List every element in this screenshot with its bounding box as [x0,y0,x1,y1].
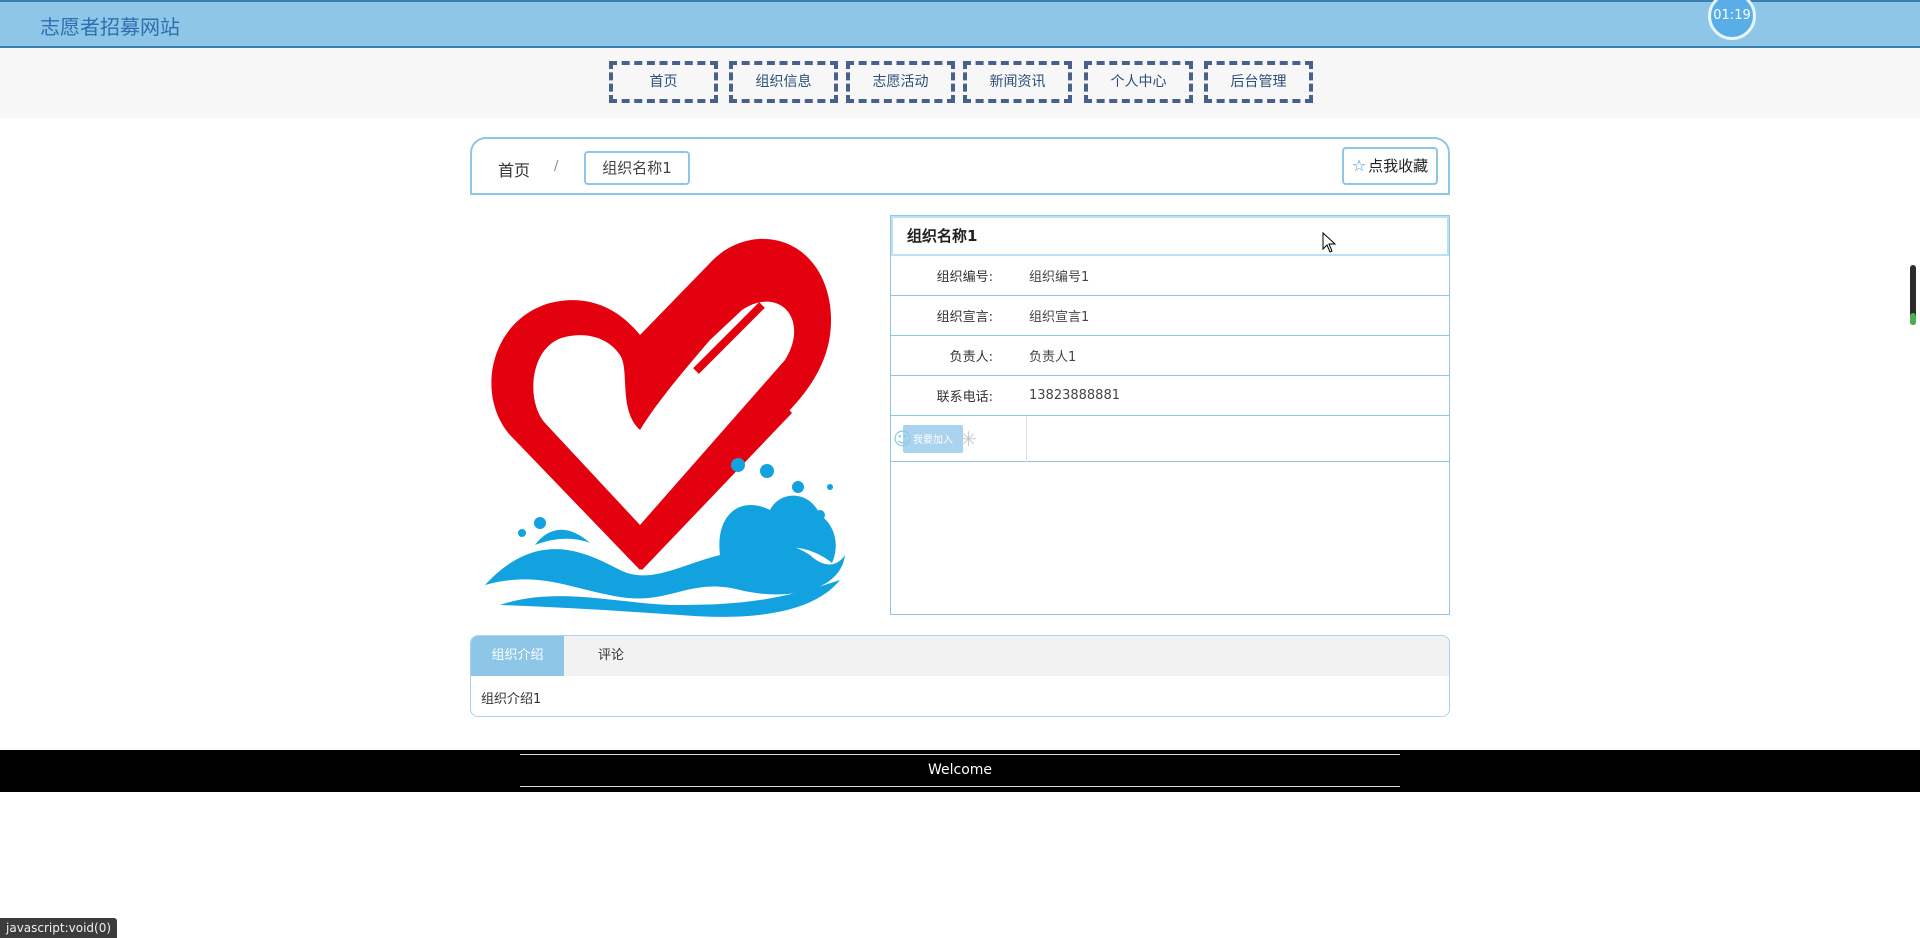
breadcrumb-home-link[interactable]: 首页 [498,157,530,181]
info-row: 组织编号: 组织编号1 [891,256,1449,296]
breadcrumb-separator: / [554,159,559,174]
breadcrumb-current: 组织名称1 [584,151,690,185]
top-header: 志愿者招募网站 01:19 [0,0,1920,48]
footer-divider [520,754,1400,755]
breadcrumb: 首页 / 组织名称1 ☆ 点我收藏 [470,137,1450,195]
info-value: 负责人1 [1029,350,1077,365]
nav-item-home[interactable]: 首页 [609,61,718,103]
organization-logo-image [485,238,845,617]
mouse-cursor-icon [1322,232,1337,253]
action-cell: ☺ 我要加入 ✳ [891,415,1027,462]
tab-comments[interactable]: 评论 [564,636,658,676]
smile-icon: ☺ [893,428,912,450]
nav-item-organizations[interactable]: 组织信息 [729,61,838,103]
detail-tabs: 组织介绍 评论 组织介绍1 [470,635,1450,717]
join-button[interactable]: ☺ 我要加入 ✳ [893,424,977,453]
status-bar-url: javascript:void(0) [0,918,118,938]
main-nav: 首页 组织信息 志愿活动 新闻资讯 个人中心 后台管理 [0,48,1920,118]
organization-info-panel: 组织名称1 组织编号: 组织编号1 组织宣言: 组织宣言1 负责人: 负责人1 … [890,215,1450,615]
favorite-label: 点我收藏 [1368,157,1429,175]
scrollbar-indicator [1910,313,1916,325]
timer-badge: 01:19 [1708,0,1756,40]
info-row: 组织宣言: 组织宣言1 [891,296,1449,336]
info-key: 组织宣言: [936,310,993,325]
footer-divider [520,786,1400,787]
site-title[interactable]: 志愿者招募网站 [40,11,180,40]
nav-item-admin[interactable]: 后台管理 [1204,61,1313,103]
tab-introduction[interactable]: 组织介绍 [471,636,564,676]
favorite-button[interactable]: ☆ 点我收藏 [1342,147,1438,185]
action-row: ☺ 我要加入 ✳ [891,415,1449,462]
tab-content: 组织介绍1 [481,692,542,707]
nav-item-personal-center[interactable]: 个人中心 [1084,61,1193,103]
tab-bar: 组织介绍 评论 [471,636,1449,676]
join-button-label: 我要加入 [913,435,953,446]
info-value: 组织宣言1 [1029,310,1090,325]
star-icon: ☆ [1351,156,1367,175]
scrollbar-thumb[interactable] [1910,265,1916,325]
footer-welcome-text: Welcome [927,762,993,778]
sparkle-icon: ✳ [960,426,977,451]
info-value: 13823888881 [1029,388,1120,403]
nav-item-news[interactable]: 新闻资讯 [963,61,1072,103]
info-key: 负责人: [949,350,993,365]
info-row: 负责人: 负责人1 [891,336,1449,376]
footer: Welcome [0,750,1920,792]
organization-name: 组织名称1 [891,216,1449,256]
info-row: 联系电话: 13823888881 [891,376,1449,416]
info-value: 组织编号1 [1029,270,1090,285]
info-key: 组织编号: [936,270,993,285]
nav-item-activities[interactable]: 志愿活动 [846,61,955,103]
info-key: 联系电话: [936,390,993,405]
